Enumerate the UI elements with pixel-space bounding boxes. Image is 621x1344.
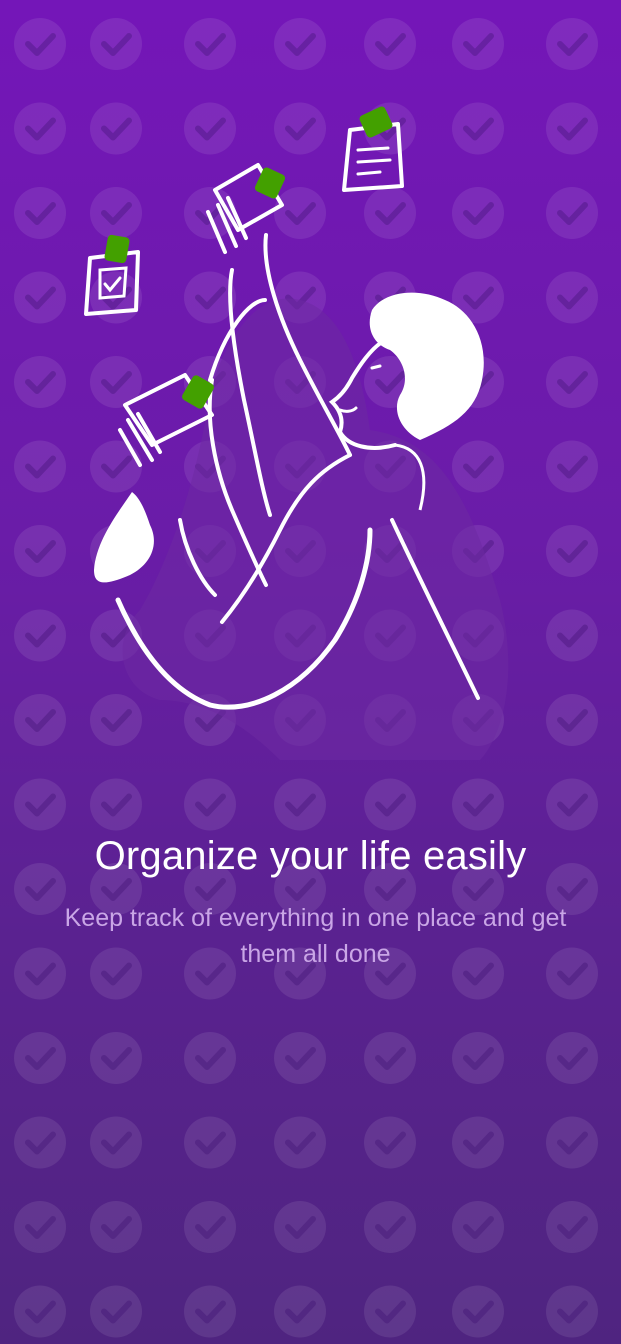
check-circle-icon	[14, 778, 66, 831]
check-circle-icon	[184, 778, 236, 831]
check-circle-icon	[90, 1032, 142, 1084]
green-sticker-right	[254, 167, 286, 199]
check-circle-icon	[14, 1116, 66, 1169]
check-circle-icon	[14, 1032, 66, 1084]
onboarding-screen: Organize your life easily Keep track of …	[0, 0, 621, 1344]
check-circle-icon	[14, 947, 66, 1000]
check-circle-icon	[452, 1201, 504, 1253]
check-circle-icon	[90, 1201, 142, 1253]
check-circle-icon	[364, 1032, 416, 1084]
check-circle-icon	[364, 778, 416, 831]
check-circle-icon	[184, 1285, 236, 1338]
onboarding-subtitle: Keep track of everything in one place an…	[64, 904, 567, 968]
check-circle-icon	[274, 1201, 326, 1253]
check-circle-icon	[184, 1032, 236, 1084]
person-hair	[369, 292, 484, 440]
check-circle-icon	[274, 1116, 326, 1169]
check-circle-icon	[274, 1285, 326, 1338]
check-circle-icon	[452, 1285, 504, 1338]
onboarding-title: Organize your life easily	[94, 834, 527, 878]
check-circle-icon	[274, 778, 326, 831]
check-circle-icon	[364, 1285, 416, 1338]
check-circle-icon	[90, 778, 142, 831]
check-circle-icon	[184, 1201, 236, 1253]
check-circle-icon	[546, 1116, 598, 1169]
check-circle-icon	[546, 778, 598, 831]
check-circle-icon	[14, 1285, 66, 1338]
person-elbow	[94, 492, 154, 583]
check-circle-icon	[90, 1116, 142, 1169]
floating-checklist-card-left	[84, 234, 140, 316]
check-circle-icon	[452, 1032, 504, 1084]
person-juggling-tasks-illustration	[84, 106, 509, 760]
check-circle-icon	[452, 1116, 504, 1169]
check-circle-icon	[546, 1032, 598, 1084]
floating-note-card-top	[342, 106, 404, 192]
check-circle-icon	[274, 1032, 326, 1084]
check-circle-icon	[14, 1201, 66, 1253]
check-circle-icon	[364, 1116, 416, 1169]
check-circle-icon	[546, 1285, 598, 1338]
check-circle-icon	[546, 1201, 598, 1253]
check-circle-icon	[90, 1285, 142, 1338]
check-circle-icon	[184, 1116, 236, 1169]
check-circle-icon	[364, 1201, 416, 1253]
check-circle-icon	[452, 778, 504, 831]
